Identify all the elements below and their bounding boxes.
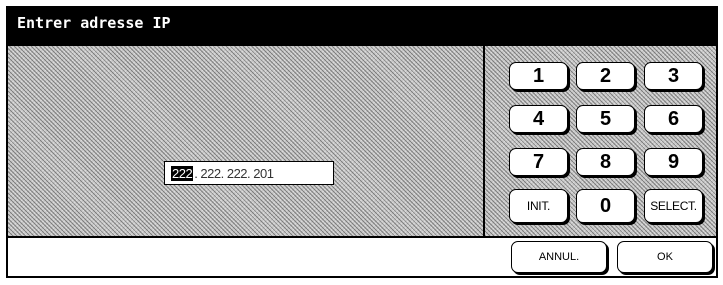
key-1[interactable]: 1 <box>509 62 568 90</box>
key-7[interactable]: 7 <box>509 148 568 176</box>
init-button[interactable]: INIT. <box>509 189 568 223</box>
action-bar: ANNUL. OK <box>8 236 716 276</box>
ip-active-octet: 222 <box>171 165 194 181</box>
key-5[interactable]: 5 <box>576 105 635 133</box>
key-8[interactable]: 8 <box>576 148 635 176</box>
key-2[interactable]: 2 <box>576 62 635 90</box>
ip-remaining-octets: . 222. 222. 201 <box>194 165 274 181</box>
key-0[interactable]: 0 <box>576 189 635 223</box>
key-4[interactable]: 4 <box>509 105 568 133</box>
ok-button[interactable]: OK <box>617 241 713 273</box>
key-3[interactable]: 3 <box>644 62 703 90</box>
ip-entry-dialog: Entrer adresse IP 222 . 222. 222. 201 1 … <box>6 6 718 278</box>
ip-display-panel: 222 . 222. 222. 201 <box>8 46 485 236</box>
cancel-button[interactable]: ANNUL. <box>511 241 607 273</box>
select-button[interactable]: SELECT. <box>644 189 703 223</box>
ip-address-field[interactable]: 222 . 222. 222. 201 <box>164 161 334 185</box>
key-9[interactable]: 9 <box>644 148 703 176</box>
numeric-keypad: 1 2 3 4 5 6 7 8 9 INIT. 0 SELECT. <box>485 46 716 236</box>
key-6[interactable]: 6 <box>644 105 703 133</box>
window-title: Entrer adresse IP <box>8 8 716 46</box>
